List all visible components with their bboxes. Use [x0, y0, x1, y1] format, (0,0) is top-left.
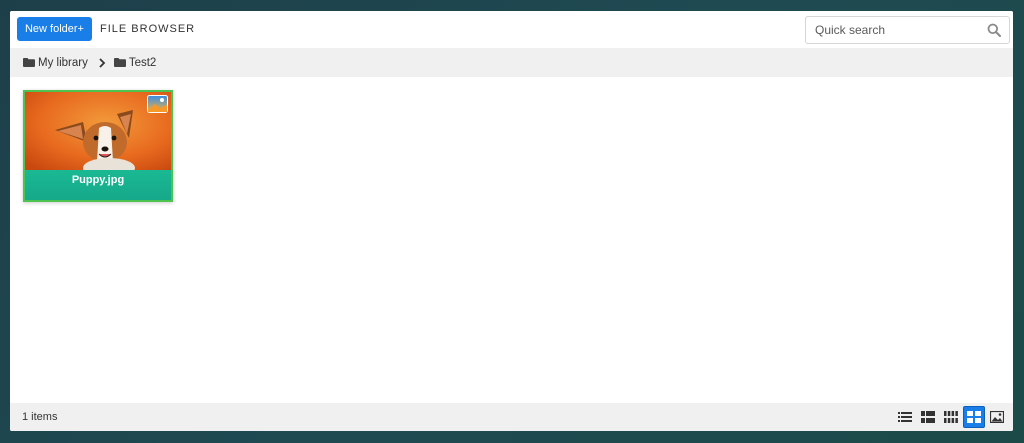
chevron-right-icon	[99, 57, 106, 68]
breadcrumb-label: Test2	[128, 56, 157, 69]
folder-icon	[23, 58, 35, 67]
new-folder-button[interactable]: New folder+	[17, 17, 92, 41]
small-grid-view-icon	[944, 411, 958, 423]
search-icon[interactable]	[987, 23, 1001, 37]
item-count: 1 items	[22, 411, 58, 423]
file-item[interactable]: Puppy.jpg	[23, 90, 173, 202]
view-mode-switcher	[893, 406, 1008, 428]
file-browser-window: New folder+ FILE BROWSER My library Test…	[10, 11, 1013, 431]
image-view-button[interactable]	[986, 406, 1008, 428]
detail-list-view-icon	[921, 411, 935, 423]
large-grid-view-icon	[967, 411, 981, 423]
status-bar: 1 items	[10, 403, 1013, 431]
file-name: Puppy.jpg	[25, 170, 171, 200]
breadcrumb: My library Test2	[10, 48, 1013, 77]
breadcrumb-label: My library	[38, 56, 88, 69]
detail-list-view-button[interactable]	[917, 406, 939, 428]
list-view-button[interactable]	[894, 406, 916, 428]
image-view-icon	[990, 411, 1004, 423]
search-input[interactable]	[806, 17, 981, 43]
file-grid: Puppy.jpg	[10, 77, 1013, 403]
breadcrumb-item-my-library[interactable]: My library	[23, 57, 88, 69]
search-box	[805, 16, 1010, 44]
toolbar: New folder+ FILE BROWSER	[10, 11, 1013, 48]
folder-icon	[113, 58, 126, 67]
image-icon	[147, 95, 168, 113]
small-grid-view-button[interactable]	[940, 406, 962, 428]
page-title: FILE BROWSER	[100, 23, 196, 35]
large-grid-view-button[interactable]	[963, 406, 985, 428]
list-view-icon	[898, 412, 912, 422]
breadcrumb-item-test2[interactable]: Test2	[113, 56, 157, 69]
